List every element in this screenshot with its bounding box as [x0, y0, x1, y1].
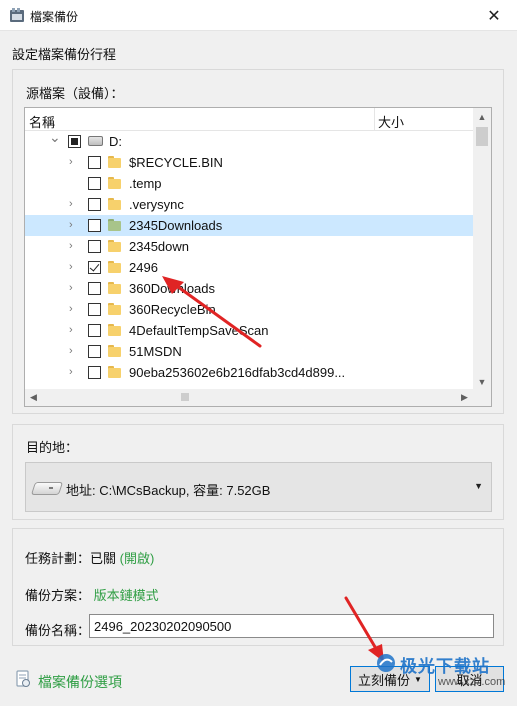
schedule-enable-link[interactable]: (開啟)	[120, 551, 155, 566]
tree-row[interactable]: .temp	[25, 173, 473, 194]
dropdown-caret-icon[interactable]: ▼	[474, 481, 483, 491]
folder-icon	[108, 219, 121, 231]
close-icon[interactable]: ✕	[471, 0, 517, 31]
chevron-right-icon[interactable]: ›	[69, 219, 79, 232]
chevron-right-icon[interactable]: ›	[69, 240, 79, 253]
tree-row[interactable]: › 2345down	[25, 236, 473, 257]
column-header-size[interactable]: 大小	[378, 112, 404, 131]
chevron-right-icon[interactable]: ›	[69, 366, 79, 379]
tree-row-label: 2345down	[129, 239, 189, 254]
folder-icon	[108, 345, 121, 357]
folder-icon	[108, 366, 121, 378]
tree-row[interactable]: › 360Downloads	[25, 278, 473, 299]
chevron-down-icon[interactable]: ⌄	[49, 130, 61, 144]
source-tree[interactable]: 名稱 大小 ⌄ D: › $RECYCLE.BIN .temp › .verysync › 23…	[24, 107, 492, 407]
tree-row-label: 360RecycleBin	[129, 302, 216, 317]
tree-row-label: 90eba253602e6b216dfab3cd4d899...	[129, 365, 346, 380]
folder-icon	[108, 282, 121, 294]
horizontal-scrollbar[interactable]: ◀ ▶	[25, 389, 491, 406]
tree-row-label: 2345Downloads	[129, 218, 223, 233]
tree-row-label: D:	[109, 134, 122, 149]
row-checkbox[interactable]	[88, 282, 101, 295]
chevron-right-icon[interactable]: ›	[69, 156, 79, 169]
scheme-label: 備份方案：	[25, 588, 91, 603]
tree-row-label: 2496	[129, 260, 158, 275]
title-bar: 檔案備份 ✕	[0, 0, 517, 31]
folder-icon	[108, 240, 121, 252]
tree-row[interactable]: › 2345Downloads	[25, 215, 473, 236]
settings-group: 任務計劃：已關 (開啟) 備份方案： 版本鏈模式 備份名稱：	[12, 528, 504, 646]
horizontal-scroll-thumb[interactable]	[181, 393, 189, 401]
section-title: 設定檔案備份行程	[12, 47, 117, 62]
row-checkbox[interactable]	[88, 324, 101, 337]
backup-now-label: 立刻備份	[358, 672, 411, 688]
row-checkbox[interactable]	[88, 240, 101, 253]
chevron-right-icon[interactable]: ›	[69, 282, 79, 295]
chevron-right-icon[interactable]: ›	[69, 324, 79, 337]
scroll-left-icon[interactable]: ◀	[25, 389, 42, 406]
scroll-right-icon[interactable]: ▶	[456, 389, 473, 406]
folder-icon	[108, 198, 121, 210]
tree-row-label: 51MSDN	[129, 344, 182, 359]
tree-header: 名稱 大小	[25, 108, 473, 131]
destination-value: 地址: C:\MCsBackup, 容量: 7.52GB	[66, 483, 271, 498]
tree-row-label: .verysync	[129, 197, 184, 212]
destination-label: 目的地：	[26, 440, 79, 455]
backup-name-input[interactable]	[89, 614, 494, 638]
folder-icon	[108, 156, 121, 168]
scheme-row: 備份方案： 版本鏈模式	[25, 585, 159, 604]
chevron-right-icon[interactable]: ›	[69, 303, 79, 316]
tree-row-label: 360Downloads	[129, 281, 216, 296]
tree-row-label: 4DefaultTempSaveScan	[129, 323, 269, 338]
chevron-right-icon[interactable]: ›	[69, 261, 79, 274]
row-checkbox[interactable]	[88, 366, 101, 379]
tree-row[interactable]: › 90eba253602e6b216dfab3cd4d899...	[25, 362, 473, 383]
tree-row[interactable]: › 51MSDN	[25, 341, 473, 362]
backup-name-label: 備份名稱：	[25, 623, 91, 638]
options-icon[interactable]	[14, 670, 32, 688]
scroll-up-icon[interactable]: ▲	[473, 108, 491, 125]
vertical-scrollbar[interactable]: ▲ ▼	[473, 108, 491, 390]
source-label: 源檔案（設備）：	[26, 86, 124, 101]
tree-row[interactable]: › 360RecycleBin	[25, 299, 473, 320]
column-divider[interactable]	[374, 108, 375, 131]
tree-row[interactable]: › .verysync	[25, 194, 473, 215]
row-checkbox[interactable]	[88, 261, 101, 274]
chevron-right-icon[interactable]: ›	[69, 198, 79, 211]
destination-group: 目的地： 地址: C:\MCsBackup, 容量: 7.52GB ▼	[12, 424, 504, 520]
tree-row[interactable]: ⌄ D:	[25, 130, 473, 152]
tree-row[interactable]: › 4DefaultTempSaveScan	[25, 320, 473, 341]
folder-icon	[108, 324, 121, 336]
chevron-right-icon[interactable]: ›	[69, 345, 79, 358]
scroll-down-icon[interactable]: ▼	[473, 373, 491, 390]
drive-icon	[88, 136, 103, 146]
row-checkbox[interactable]	[68, 135, 81, 148]
folder-icon	[108, 261, 121, 273]
row-checkbox[interactable]	[88, 219, 101, 232]
destination-select[interactable]: 地址: C:\MCsBackup, 容量: 7.52GB ▼	[25, 462, 492, 512]
row-checkbox[interactable]	[88, 177, 101, 190]
schedule-label: 任務計劃：已關	[25, 551, 117, 566]
backup-options-link[interactable]: 檔案備份選項	[38, 672, 122, 692]
scheme-link[interactable]: 版本鏈模式	[94, 588, 159, 603]
folder-icon	[108, 303, 121, 315]
app-icon	[10, 8, 24, 22]
row-checkbox[interactable]	[88, 198, 101, 211]
backup-now-button[interactable]: 立刻備份 ▼	[350, 666, 430, 692]
disk-icon	[33, 479, 59, 497]
row-checkbox[interactable]	[88, 303, 101, 316]
folder-icon	[108, 177, 121, 189]
window-title: 檔案備份	[30, 10, 79, 24]
tree-row[interactable]: › $RECYCLE.BIN	[25, 152, 473, 173]
tree-row-label: .temp	[129, 176, 162, 191]
row-checkbox[interactable]	[88, 345, 101, 358]
schedule-row: 任務計劃：已關 (開啟)	[25, 548, 154, 567]
cancel-button[interactable]: 取消	[435, 666, 504, 692]
tree-row-label: $RECYCLE.BIN	[129, 155, 223, 170]
chevron-down-icon[interactable]: ▼	[414, 675, 422, 684]
vertical-scroll-thumb[interactable]	[476, 127, 488, 146]
row-checkbox[interactable]	[88, 156, 101, 169]
tree-row[interactable]: › 2496	[25, 257, 473, 278]
